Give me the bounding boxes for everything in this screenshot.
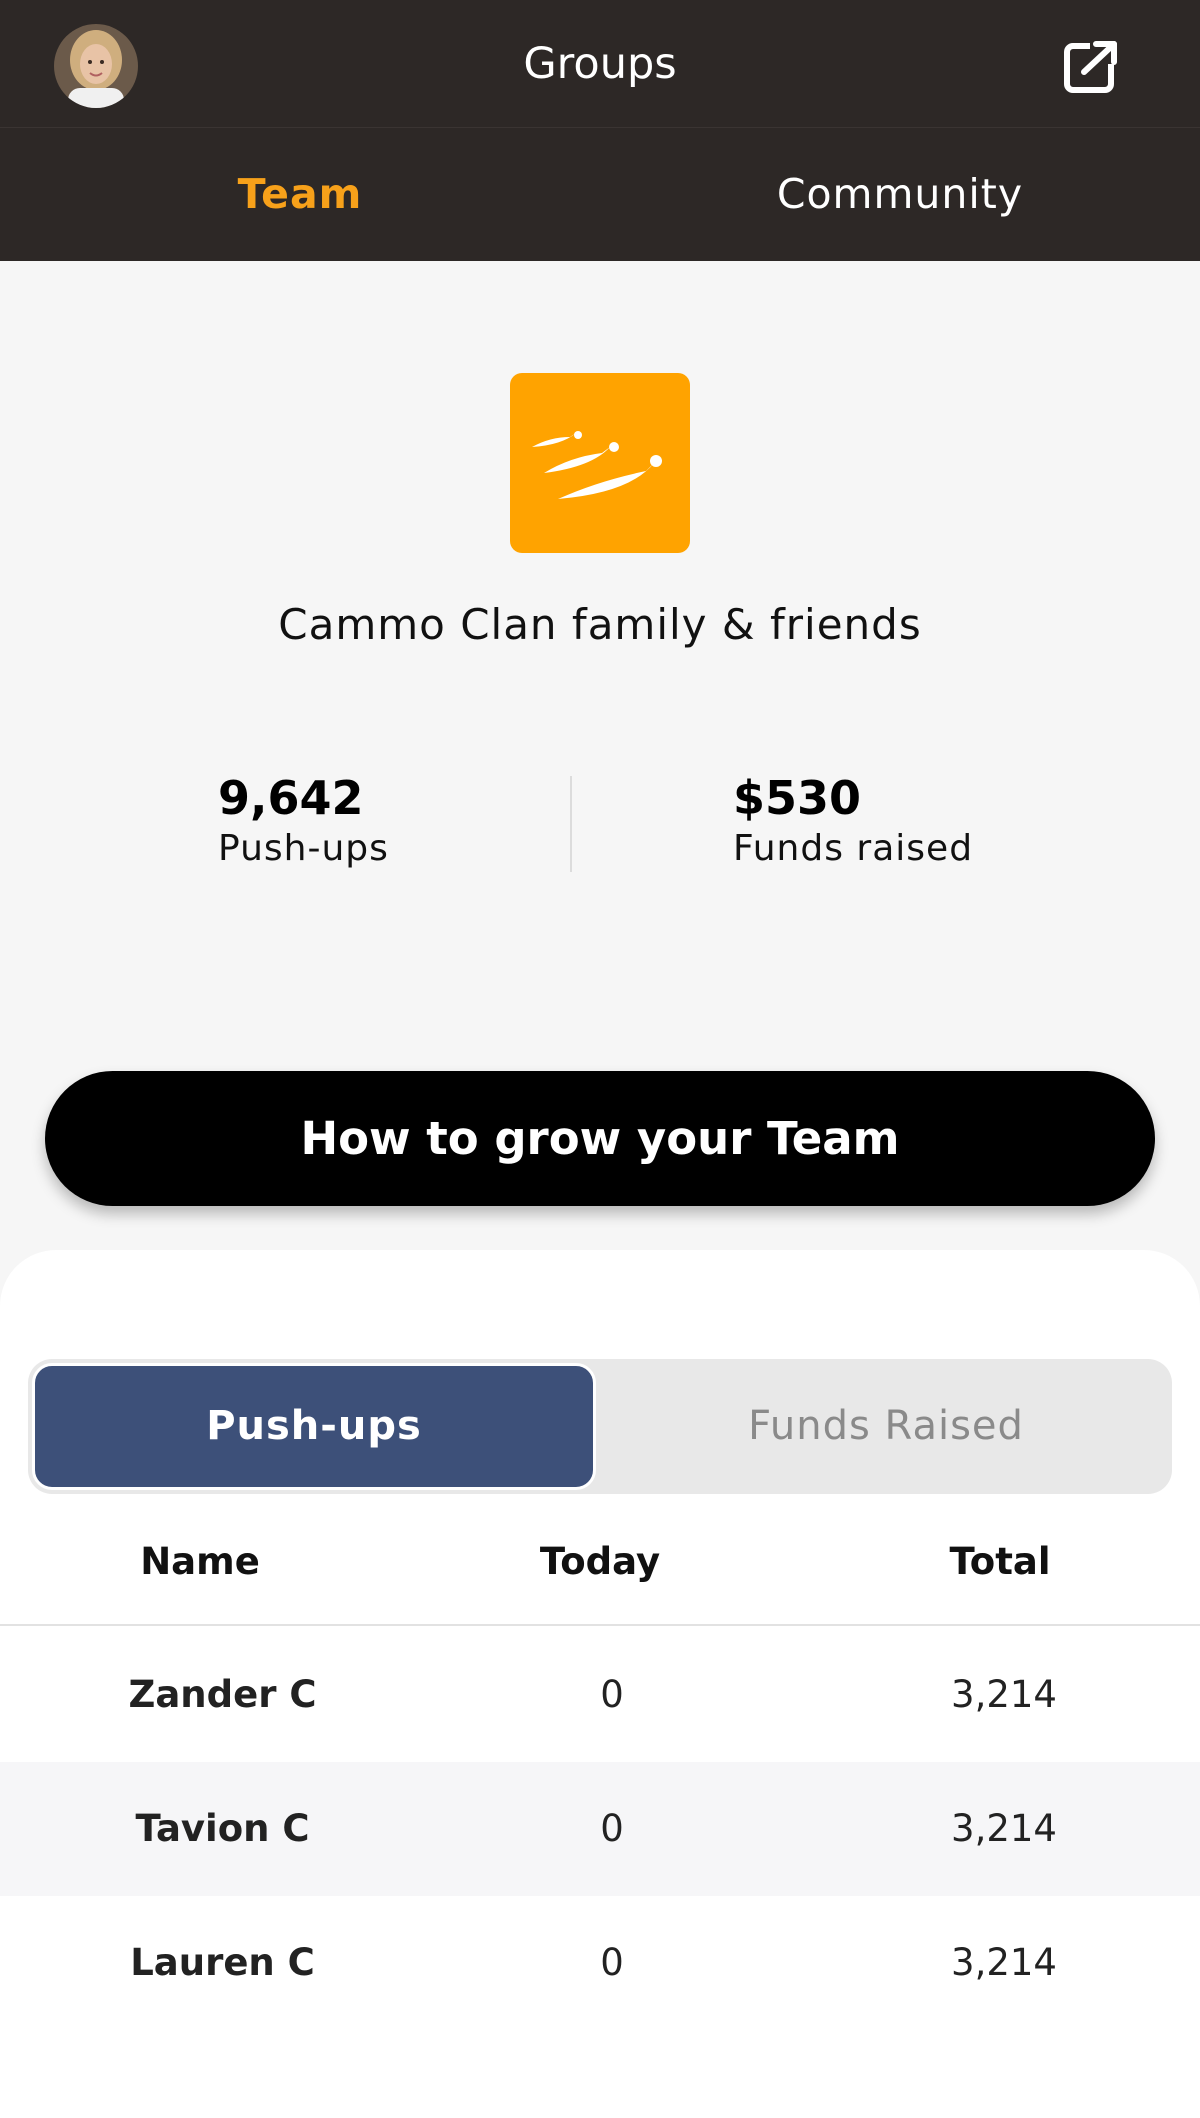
row-name: Zander C [128,1673,317,1716]
table-row[interactable]: Tavion C 0 3,214 [0,1762,1200,1896]
row-today: 0 [600,1941,624,1984]
stat-divider [570,776,572,872]
table-row[interactable]: Zander C 0 3,214 [0,1628,1200,1762]
group-name: Cammo Clan family & friends [278,600,922,649]
segment-funds-raised[interactable]: Funds Raised [600,1359,1172,1494]
table-row[interactable]: Lauren C 0 3,214 [0,1896,1200,2030]
row-total: 3,214 [951,1807,1057,1850]
row-name: Tavion C [135,1807,310,1850]
group-logo [510,373,690,553]
metric-segmented-control: Push-ups Funds Raised [28,1359,1172,1494]
tab-community[interactable]: Community [600,128,1200,261]
profile-avatar[interactable] [54,24,138,108]
external-link-icon [1064,40,1118,93]
funds-stat: $530 Funds raised [733,770,973,872]
column-header-total[interactable]: Total [900,1520,1100,1624]
running-figures-logo-icon [532,431,662,499]
segment-pushups[interactable]: Push-ups [32,1363,596,1490]
top-bar: Groups [0,0,1200,128]
row-today: 0 [600,1673,624,1716]
tab-bar: Team Community [0,128,1200,261]
pushups-value: 9,642 [218,771,364,825]
column-header-name[interactable]: Name [100,1520,300,1624]
page-title: Groups [523,39,677,89]
table-header: Name Today Total [0,1520,1200,1626]
grow-team-button[interactable]: How to grow your Team [45,1071,1155,1206]
tab-team[interactable]: Team [0,128,600,261]
pushups-stat: 9,642 Push-ups [218,770,389,872]
pushups-label: Push-ups [218,828,389,869]
funds-value: $530 [733,771,862,825]
funds-label: Funds raised [733,828,974,869]
avatar-icon [54,24,138,108]
row-total: 3,214 [951,1941,1057,1984]
row-total: 3,214 [951,1673,1057,1716]
column-header-today[interactable]: Today [500,1520,700,1624]
external-link-button[interactable] [1062,38,1120,96]
row-name: Lauren C [130,1941,315,1984]
row-today: 0 [600,1807,624,1850]
